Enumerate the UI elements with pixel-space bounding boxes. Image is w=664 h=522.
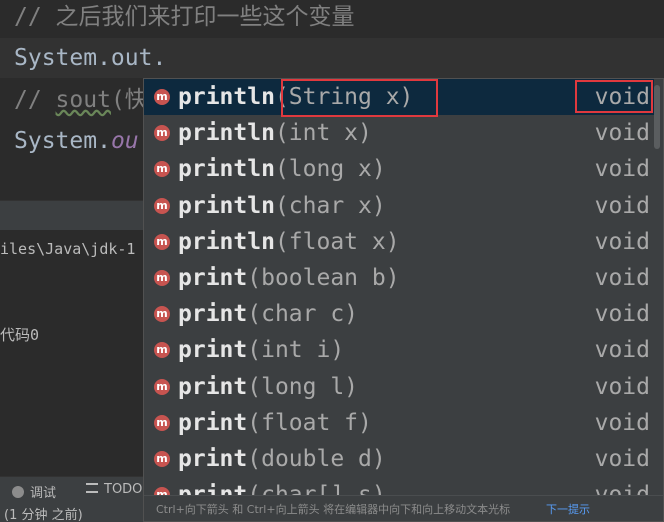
out-member-text: ou (110, 128, 139, 154)
method-icon: m (154, 270, 170, 286)
completion-item[interactable]: m println(char x) void (144, 188, 654, 224)
return-type: void (594, 192, 650, 219)
completion-item[interactable]: m println(int x) void (144, 115, 654, 151)
method-signature: print(float f) (178, 407, 372, 439)
method-signature: println(char x) (178, 190, 386, 222)
method-params: (double d) (247, 446, 386, 472)
method-icon: m (154, 197, 170, 214)
method-params: (int i) (247, 337, 345, 364)
method-signature: print(char c) (178, 298, 358, 330)
method-params: (long x) (274, 156, 386, 183)
method-name: println (178, 84, 275, 110)
method-name: print (178, 409, 248, 436)
method-icon: m (154, 451, 170, 467)
method-params: (float f) (247, 409, 372, 436)
params-highlight-box (281, 79, 438, 117)
hint-text: Ctrl+向下箭头 和 Ctrl+向上箭头 将在编辑器中向下和向上移动文本光标 (156, 503, 511, 516)
method-signature: println(long x) (178, 153, 386, 185)
next-tip-link[interactable]: 下一提示 (546, 501, 590, 517)
status-text: (1 分钟 之前) (4, 508, 83, 522)
method-signature: println(int x) (178, 117, 372, 149)
debug-label: 调试 (30, 486, 57, 501)
method-params: (char c) (247, 301, 359, 328)
method-icon: m (154, 414, 170, 431)
method-icon: m (154, 125, 170, 142)
method-icon: m (154, 342, 170, 359)
method-params: (char x) (274, 192, 386, 219)
code-line-1[interactable]: // 之后我们来打印一些这个变量 (14, 2, 355, 32)
debug-tool-button[interactable]: 调试 (12, 482, 56, 501)
completion-item[interactable]: m print(double d) void (144, 441, 654, 477)
hint-bar: Ctrl+向下箭头 和 Ctrl+向上箭头 将在编辑器中向下和向上移动文本光标 … (144, 495, 663, 521)
method-signature: print(int i) (178, 334, 344, 366)
method-name: println (178, 192, 275, 219)
system-text: System. (14, 128, 111, 154)
method-icon: m (154, 161, 170, 178)
completion-item[interactable]: m print(boolean b) void (144, 260, 654, 296)
method-signature: print(boolean b) (178, 262, 400, 294)
method-params: (long l) (247, 373, 359, 400)
completion-item[interactable]: m print(char c) void (144, 296, 654, 332)
exit-code-text: 代码0 (0, 326, 40, 344)
method-icon: m (154, 378, 170, 395)
return-type: void (594, 337, 650, 364)
bug-icon (12, 486, 24, 498)
return-type: void (594, 301, 650, 328)
return-type: void (594, 120, 650, 147)
return-type: void (594, 446, 650, 472)
completion-item[interactable]: m print(float f) void (144, 405, 654, 441)
method-name: println (178, 228, 275, 255)
todo-label: TODO (104, 482, 143, 497)
sout-text: sout (55, 87, 111, 113)
method-name: print (178, 337, 248, 364)
method-params: (int x) (274, 120, 372, 147)
code-line-2[interactable]: System.out. (14, 43, 166, 73)
method-icon: m (154, 233, 170, 250)
completion-item[interactable]: m print(int i) void (144, 332, 654, 368)
method-name: print (178, 265, 248, 291)
run-command-path: iles\Java\jdk-1 (0, 240, 136, 258)
method-signature: println(float x) (178, 226, 400, 258)
method-icon: m (154, 306, 170, 323)
method-name: println (178, 156, 275, 183)
code-line-3[interactable]: // sout(快 (14, 85, 148, 115)
method-icon: m (154, 89, 170, 105)
method-name: print (178, 446, 248, 472)
method-signature: print(long l) (178, 371, 358, 403)
method-params: (float x) (274, 228, 400, 255)
method-params: (boolean b) (247, 265, 400, 291)
method-signature: print(double d) (178, 443, 386, 475)
completion-item[interactable]: m println(float x) void (144, 224, 654, 260)
completion-item[interactable]: m print(long l) void (144, 369, 654, 405)
method-name: print (178, 373, 248, 400)
code-line-4[interactable]: System.ou (14, 126, 139, 156)
return-type: void (594, 409, 650, 436)
return-type: void (594, 373, 650, 400)
return-type: void (594, 265, 650, 291)
return-type: void (594, 156, 650, 183)
popup-scrollbar[interactable] (654, 85, 660, 149)
list-icon (86, 483, 98, 493)
comment-prefix: // (14, 87, 56, 113)
method-name: print (178, 301, 248, 328)
return-type-highlight-box (575, 80, 653, 113)
todo-tool-button[interactable]: TODO (86, 482, 142, 497)
completion-item[interactable]: m println(long x) void (144, 151, 654, 187)
method-name: println (178, 120, 275, 147)
return-type: void (594, 228, 650, 255)
code-completion-popup[interactable]: m println(String x) void m println(int x) voi… (143, 78, 664, 522)
